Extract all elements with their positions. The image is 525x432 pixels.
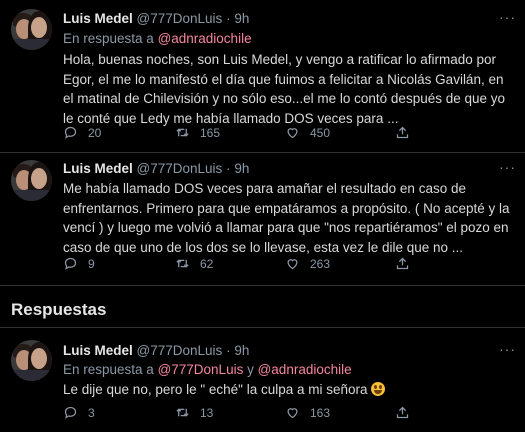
author-handle[interactable]: @777DonLuis xyxy=(137,343,223,358)
divider xyxy=(0,327,525,328)
reply-icon xyxy=(64,126,77,139)
tweet[interactable]: Luis Medel @777DonLuis · 9h ··· En respu… xyxy=(0,334,525,432)
avatar[interactable] xyxy=(11,160,52,201)
separator-dot: · xyxy=(226,161,231,176)
reply-context: En respuesta a @adnradiochile xyxy=(63,31,252,46)
tweet-actions: 20 165 450 xyxy=(63,125,483,141)
share-button[interactable] xyxy=(395,125,420,140)
reply-and: y xyxy=(243,362,258,377)
author-name[interactable]: Luis Medel xyxy=(63,161,133,176)
share-button[interactable] xyxy=(395,256,420,271)
retweet-count: 62 xyxy=(200,256,214,271)
reply-button[interactable]: 9 xyxy=(63,256,95,271)
reply-to-link[interactable]: @777DonLuis xyxy=(158,362,244,377)
divider xyxy=(0,285,525,286)
tweet-actions: 3 13 163 xyxy=(63,405,483,421)
retweet-button[interactable]: 165 xyxy=(175,125,220,140)
reply-prefix: En respuesta a xyxy=(63,362,158,377)
like-button[interactable]: 163 xyxy=(285,405,330,420)
author-handle[interactable]: @777DonLuis xyxy=(137,11,223,26)
retweet-icon xyxy=(176,128,189,137)
share-icon xyxy=(396,257,409,270)
retweet-count: 13 xyxy=(200,405,214,420)
tweet-text-content: Le dije que no, pero le " eché" la culpa… xyxy=(63,382,372,397)
timestamp[interactable]: 9h xyxy=(234,161,249,176)
tweet-text: Le dije que no, pero le " eché" la culpa… xyxy=(63,380,511,400)
like-count: 163 xyxy=(310,405,331,420)
like-icon xyxy=(287,128,298,139)
timestamp[interactable]: 9h xyxy=(234,11,249,26)
like-button[interactable]: 263 xyxy=(285,256,330,271)
like-icon xyxy=(287,408,298,419)
author-handle[interactable]: @777DonLuis xyxy=(137,161,223,176)
tweet-header: Luis Medel @777DonLuis · 9h xyxy=(63,11,249,29)
retweet-count: 165 xyxy=(200,125,221,140)
tweet[interactable]: Luis Medel @777DonLuis · 9h ··· Me había… xyxy=(0,153,525,285)
retweet-icon xyxy=(176,259,189,268)
tweet-text: Hola, buenas noches, son Luis Medel, y v… xyxy=(63,52,506,126)
separator-dot: · xyxy=(226,11,231,26)
author-name[interactable]: Luis Medel xyxy=(63,343,133,358)
like-count: 450 xyxy=(310,125,331,140)
reply-count: 9 xyxy=(88,256,95,271)
share-icon xyxy=(396,406,409,419)
reply-count: 3 xyxy=(88,405,95,420)
reply-context: En respuesta a @777DonLuis y @adnradioch… xyxy=(63,362,352,377)
more-options-icon[interactable]: ··· xyxy=(499,341,516,357)
tweet-header: Luis Medel @777DonLuis · 9h xyxy=(63,343,249,361)
reply-count: 20 xyxy=(88,125,102,140)
tweet[interactable]: Luis Medel @777DonLuis · 9h ··· En respu… xyxy=(0,0,525,153)
avatar[interactable] xyxy=(11,9,52,50)
reply-button[interactable]: 20 xyxy=(63,125,101,140)
grinning-emoji-icon xyxy=(371,382,386,396)
retweet-icon xyxy=(176,408,189,417)
more-options-icon[interactable]: ··· xyxy=(499,9,516,25)
tweet-actions: 9 62 263 xyxy=(63,256,483,272)
retweet-button[interactable]: 62 xyxy=(175,256,213,271)
replies-section-title: Respuestas xyxy=(11,300,107,319)
timestamp[interactable]: 9h xyxy=(234,343,249,358)
reply-to-link[interactable]: @adnradiochile xyxy=(158,31,252,46)
reply-to-link-2[interactable]: @adnradiochile xyxy=(258,362,352,377)
share-icon xyxy=(396,126,409,139)
like-button[interactable]: 450 xyxy=(285,125,330,140)
reply-icon xyxy=(64,257,77,270)
more-options-icon[interactable]: ··· xyxy=(499,159,516,175)
separator-dot: · xyxy=(226,343,231,358)
like-icon xyxy=(287,259,298,270)
tweet-text: Me había llamado DOS veces para amañar e… xyxy=(63,181,510,255)
author-name[interactable]: Luis Medel xyxy=(63,11,133,26)
reply-button[interactable]: 3 xyxy=(63,405,95,420)
tweet-header: Luis Medel @777DonLuis · 9h xyxy=(63,161,249,179)
retweet-button[interactable]: 13 xyxy=(175,405,213,420)
reply-prefix: En respuesta a xyxy=(63,31,158,46)
reply-icon xyxy=(64,406,77,419)
like-count: 263 xyxy=(310,256,331,271)
avatar[interactable] xyxy=(11,340,52,381)
share-button[interactable] xyxy=(395,405,420,420)
